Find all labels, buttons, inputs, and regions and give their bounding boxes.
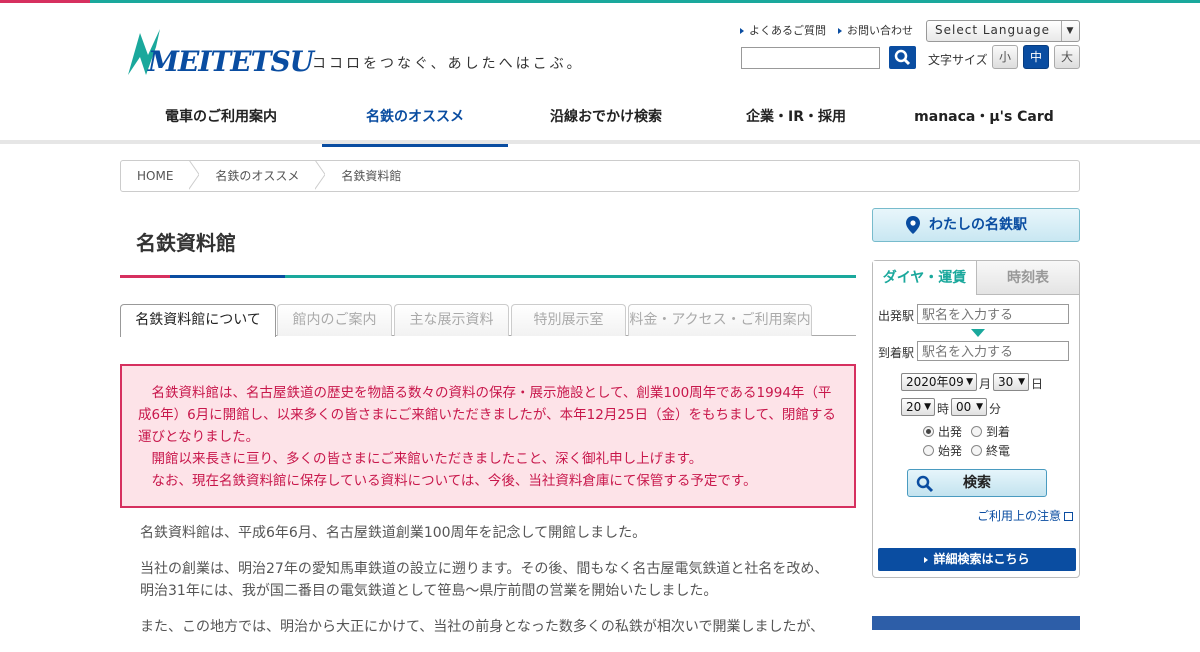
chevron-down-icon: ▼ [1061, 21, 1079, 41]
tab-special-room[interactable]: 特別展示室 [511, 304, 626, 336]
page-title: 名鉄資料館 [136, 231, 236, 255]
site-header: MEITETSU ココロをつなぐ、あしたへはこぶ。 よくあるご質問 お問い合わせ… [0, 3, 1200, 147]
month-unit: 月 [979, 377, 992, 391]
external-link-icon [1064, 512, 1073, 521]
nav-divider [0, 140, 1200, 144]
chevron-down-icon: ▼ [924, 402, 931, 412]
sidebar-banner[interactable] [872, 616, 1080, 630]
tagline: ココロをつなぐ、あしたへはこぶ。 [312, 56, 584, 72]
from-station-label: 出発駅 [878, 309, 915, 323]
hour-unit: 時 [937, 402, 950, 416]
meitetsu-logo[interactable]: MEITETSU [126, 27, 314, 78]
title-rule [120, 275, 856, 278]
site-search-button[interactable] [889, 46, 916, 69]
notice-paragraph: 開館以来長きに亘り、多くの皆さまにご来館いただきましたこと、深く御礼申し上げます… [151, 451, 703, 467]
body-paragraph: 名鉄資料館は、平成6年6月、名古屋鉄道創業100周年を記念して開館しました。 [140, 525, 647, 541]
minute-unit: 分 [989, 402, 1002, 416]
tab-exhibits[interactable]: 主な展示資料 [394, 304, 509, 336]
notice-paragraph: なお、現在名鉄資料館に保存している資料については、今後、当社資料倉庫にて保管する… [151, 473, 757, 489]
font-size-small-button[interactable]: 小 [992, 45, 1018, 69]
arrow-icon [924, 556, 929, 563]
tab-access-info[interactable]: 料金・アクセス・ご利用案内 [628, 304, 812, 336]
body-paragraph: 当社の創業は、明治27年の愛知馬車鉄道の設立に遡ります。その後、間もなく名古屋電… [140, 561, 829, 599]
chevron-down-icon: ▼ [966, 377, 973, 387]
day-unit: 日 [1031, 377, 1044, 391]
location-pin-icon [906, 216, 920, 234]
font-size-large-button[interactable]: 大 [1054, 45, 1080, 69]
contact-link[interactable]: お問い合わせ [838, 22, 913, 38]
body-text: 名鉄資料館は、平成6年6月、名古屋鉄道創業100周年を記念して開館しました。 当… [140, 522, 840, 652]
font-size-label: 文字サイズ [928, 53, 988, 67]
body-paragraph: また、この地方では、明治から大正にかけて、当社の前身となった数多くの私鉄が相次い… [140, 619, 825, 635]
chevron-down-icon: ▼ [1018, 377, 1025, 387]
minute-select[interactable]: 00 ▼ [951, 398, 987, 416]
arrow-icon [838, 28, 842, 34]
search-icon [894, 49, 911, 66]
breadcrumb-recommend[interactable]: 名鉄のオススメ [199, 161, 315, 191]
radio-first-train[interactable]: 始発 [923, 442, 962, 459]
breadcrumb-home[interactable]: HOME [121, 161, 189, 191]
faq-link[interactable]: よくあるご質問 [740, 22, 826, 38]
logo-text: MEITETSU [148, 45, 314, 78]
tab-timetable[interactable]: 時刻表 [977, 261, 1079, 295]
breadcrumb-separator [315, 161, 325, 191]
radio-arrive[interactable]: 到着 [971, 423, 1010, 440]
utility-links: よくあるご質問 お問い合わせ [740, 22, 913, 38]
font-size-medium-button[interactable]: 中 [1023, 45, 1049, 69]
breadcrumb-current: 名鉄資料館 [341, 169, 402, 183]
breadcrumb-separator [189, 161, 199, 191]
arrow-down-icon [971, 329, 985, 337]
route-search-button[interactable]: 検索 [907, 469, 1047, 497]
from-station-input[interactable] [917, 304, 1069, 324]
content-tabs: 名鉄資料館について 館内のご案内 主な展示資料 特別展示室 料金・アクセス・ご利… [120, 304, 856, 337]
day-select[interactable]: 30 ▼ [993, 373, 1029, 391]
to-station-label: 到着駅 [878, 346, 915, 360]
breadcrumb: HOME 名鉄のオススメ 名鉄資料館 [120, 160, 1080, 192]
to-station-input[interactable] [917, 341, 1069, 361]
notice-paragraph: 名鉄資料館は、名古屋鉄道の歴史を物語る数々の資料の保存・展示施設として、創業10… [138, 385, 836, 445]
language-select[interactable]: Select Language ▼ [926, 20, 1080, 42]
radio-depart[interactable]: 出発 [923, 423, 962, 440]
detail-search-button[interactable]: 詳細検索はこちら [878, 548, 1076, 571]
radio-last-train[interactable]: 終電 [971, 442, 1010, 459]
closure-notice: 名鉄資料館は、名古屋鉄道の歴史を物語る数々の資料の保存・展示施設として、創業10… [120, 364, 856, 508]
route-search-panel: ダイヤ・運賃 時刻表 出発駅 到着駅 2020年09▼ 月 30▼ 日 20▼ … [872, 260, 1080, 578]
chevron-down-icon: ▼ [976, 402, 983, 412]
tab-about[interactable]: 名鉄資料館について [120, 304, 276, 337]
my-station-button[interactable]: わたしの名鉄駅 [872, 208, 1080, 242]
search-icon [916, 475, 934, 493]
usage-notes-link[interactable]: ご利用上の注意 [977, 507, 1073, 524]
tab-fare[interactable]: ダイヤ・運賃 [873, 261, 977, 295]
site-search-input[interactable] [741, 47, 880, 69]
tab-floor-guide[interactable]: 館内のご案内 [277, 304, 392, 336]
year-month-select[interactable]: 2020年09 ▼ [901, 373, 977, 391]
arrow-icon [740, 28, 744, 34]
hour-select[interactable]: 20 ▼ [901, 398, 935, 416]
